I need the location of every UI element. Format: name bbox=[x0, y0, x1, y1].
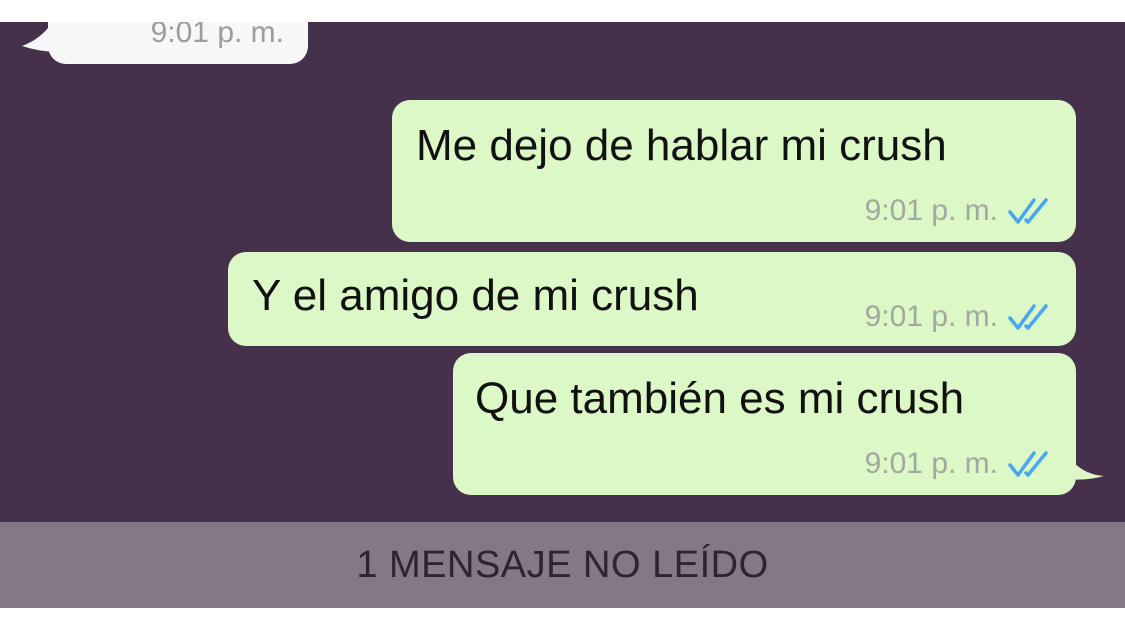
outgoing-message-bubble[interactable]: Me dejo de hablar mi crush 9:01 p. m. bbox=[392, 100, 1076, 242]
message-text: Que también es mi crush bbox=[475, 374, 965, 423]
message-time: 9:01 p. m. bbox=[150, 22, 284, 49]
chat-area[interactable]: 9:01 p. m. Me dejo de hablar mi crush 9:… bbox=[0, 22, 1125, 522]
incoming-bubble-tail bbox=[22, 28, 60, 52]
message-text: Y el amigo de mi crush bbox=[252, 271, 699, 320]
double-check-read-icon bbox=[1008, 304, 1048, 330]
outgoing-message-bubble[interactable]: Que también es mi crush 9:01 p. m. bbox=[453, 353, 1076, 495]
double-check-read-icon bbox=[1008, 451, 1048, 477]
message-text: Me dejo de hablar mi crush bbox=[416, 121, 947, 170]
message-time: 9:01 p. m. bbox=[864, 447, 998, 480]
bottom-strip bbox=[0, 608, 1125, 632]
outgoing-message-bubble[interactable]: Y el amigo de mi crush 9:01 p. m. bbox=[228, 252, 1076, 346]
message-time: 9:01 p. m. bbox=[864, 194, 998, 227]
message-time: 9:01 p. m. bbox=[864, 300, 998, 333]
outgoing-bubble-tail bbox=[1062, 446, 1104, 480]
unread-messages-banner: 1 MENSAJE NO LEÍDO bbox=[0, 522, 1125, 608]
double-check-read-icon bbox=[1008, 198, 1048, 224]
unread-messages-label: 1 MENSAJE NO LEÍDO bbox=[356, 543, 769, 586]
incoming-message-bubble[interactable]: 9:01 p. m. bbox=[48, 22, 308, 64]
